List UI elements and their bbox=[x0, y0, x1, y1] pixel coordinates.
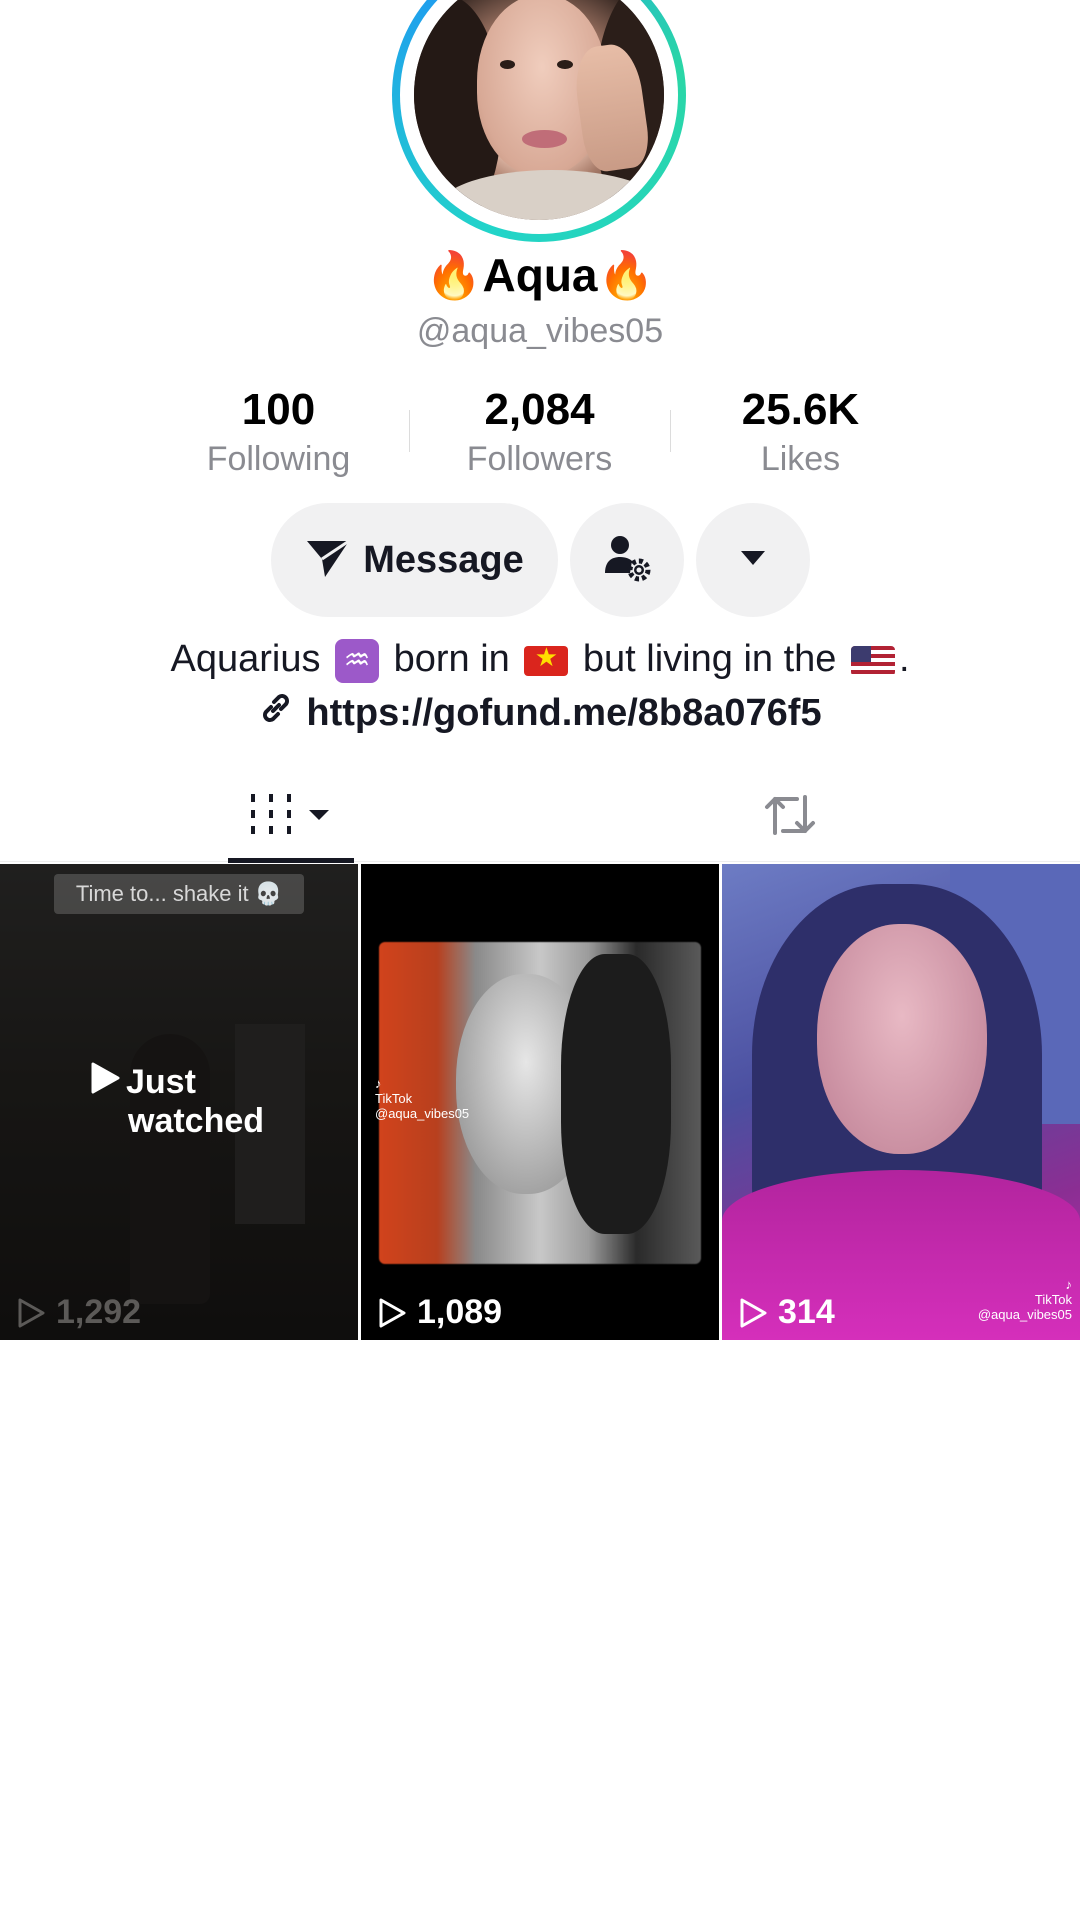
message-button[interactable]: Message bbox=[271, 503, 558, 617]
username: @aqua_vibes05 bbox=[416, 312, 664, 350]
view-count: 1,292 bbox=[16, 1293, 141, 1332]
user-gear-icon bbox=[602, 533, 652, 588]
just-watched-text: Just bbox=[126, 1063, 196, 1101]
play-icon bbox=[90, 1062, 120, 1102]
watermark-brand: TikTok bbox=[375, 1091, 413, 1106]
tiktok-watermark: ♪ TikTok @aqua_vibes05 bbox=[375, 1076, 469, 1121]
bio-text: Aquarius bbox=[170, 638, 321, 680]
stat-value: 25.6K bbox=[741, 385, 860, 434]
stat-label: Following bbox=[206, 440, 351, 478]
view-count-text: 1,089 bbox=[417, 1293, 503, 1331]
avatar-frame bbox=[400, 0, 678, 234]
stat-value: 100 bbox=[241, 385, 316, 434]
watermark-user: @aqua_vibes05 bbox=[977, 1307, 1072, 1322]
stat-divider bbox=[409, 410, 410, 452]
tiktok-watermark: ♪ TikTok @aqua_vibes05 bbox=[978, 1277, 1072, 1322]
watermark-brand: TikTok bbox=[1034, 1292, 1072, 1307]
send-icon bbox=[305, 537, 351, 584]
tab-reposts[interactable] bbox=[740, 772, 840, 862]
stat-value: 2,084 bbox=[484, 385, 595, 434]
display-name-text: Aqua bbox=[482, 249, 598, 301]
grid-icon bbox=[249, 792, 333, 843]
video-tile[interactable]: Time to... shake it 💀 Just watched 1,292 bbox=[0, 864, 358, 1340]
profile-stats: 100 Following 2,084 Followers 25.6K Like… bbox=[148, 384, 932, 482]
stat-divider bbox=[670, 410, 671, 452]
avatar[interactable] bbox=[414, 0, 664, 220]
view-count-text: 314 bbox=[778, 1293, 835, 1331]
video-tile[interactable]: ♪ TikTok @aqua_vibes05 1,089 bbox=[361, 864, 719, 1340]
repost-icon bbox=[761, 789, 819, 846]
video-caption: Time to... shake it 💀 bbox=[54, 874, 304, 914]
tiktok-logo-icon: ♪ bbox=[1065, 1277, 1073, 1292]
bio-text: born in bbox=[393, 638, 510, 680]
fire-emoji-icon: 🔥 bbox=[425, 249, 483, 301]
video-grid: Time to... shake it 💀 Just watched 1,292 bbox=[0, 864, 1080, 1340]
play-outline-icon bbox=[18, 1298, 45, 1327]
display-name: 🔥Aqua🔥 bbox=[0, 248, 1080, 303]
stat-label: Followers bbox=[466, 440, 613, 478]
user-settings-button[interactable] bbox=[570, 503, 684, 617]
view-count: 1,089 bbox=[377, 1293, 502, 1332]
view-count: 314 bbox=[738, 1293, 835, 1332]
stat-likes[interactable]: 25.6K Likes bbox=[670, 384, 931, 482]
stat-following[interactable]: 100 Following bbox=[148, 384, 409, 482]
bio-text: . bbox=[898, 638, 910, 680]
play-outline-icon bbox=[379, 1298, 406, 1327]
bio: Aquarius ♒ born in but living in the . bbox=[0, 638, 1080, 683]
bio-text: but living in the bbox=[582, 638, 837, 680]
active-tab-indicator bbox=[228, 858, 354, 863]
just-watched-text: watched bbox=[128, 1102, 265, 1140]
message-button-label: Message bbox=[363, 538, 524, 581]
tiktok-logo-icon: ♪ bbox=[375, 1076, 382, 1091]
vietnam-flag-icon bbox=[524, 645, 569, 676]
bio-link-text: https://gofund.me/8b8a076f5 bbox=[306, 691, 822, 734]
link-icon bbox=[258, 690, 294, 736]
video-tile[interactable]: ♪ TikTok @aqua_vibes05 314 bbox=[722, 864, 1080, 1340]
play-outline-icon bbox=[740, 1298, 767, 1327]
aquarius-emoji-icon: ♒ bbox=[335, 638, 380, 683]
stat-followers[interactable]: 2,084 Followers bbox=[409, 384, 670, 482]
fire-emoji-icon: 🔥 bbox=[597, 249, 655, 301]
avatar-story-ring[interactable] bbox=[392, 0, 686, 242]
watermark-user: @aqua_vibes05 bbox=[375, 1106, 470, 1121]
stat-label: Likes bbox=[760, 440, 841, 478]
more-dropdown-button[interactable] bbox=[696, 503, 810, 617]
view-count-text: 1,292 bbox=[56, 1293, 142, 1331]
us-flag-icon bbox=[850, 645, 895, 676]
caret-down-icon bbox=[740, 550, 766, 571]
profile-page: 🔥Aqua🔥 @aqua_vibes05 100 Following 2,084… bbox=[0, 0, 1080, 1920]
just-watched-label: Just watched bbox=[90, 1062, 264, 1140]
content-tabs bbox=[0, 772, 1080, 863]
profile-actions: Message bbox=[271, 503, 810, 617]
tab-videos[interactable] bbox=[228, 772, 354, 862]
bio-link[interactable]: https://gofund.me/8b8a076f5 bbox=[0, 690, 1080, 736]
